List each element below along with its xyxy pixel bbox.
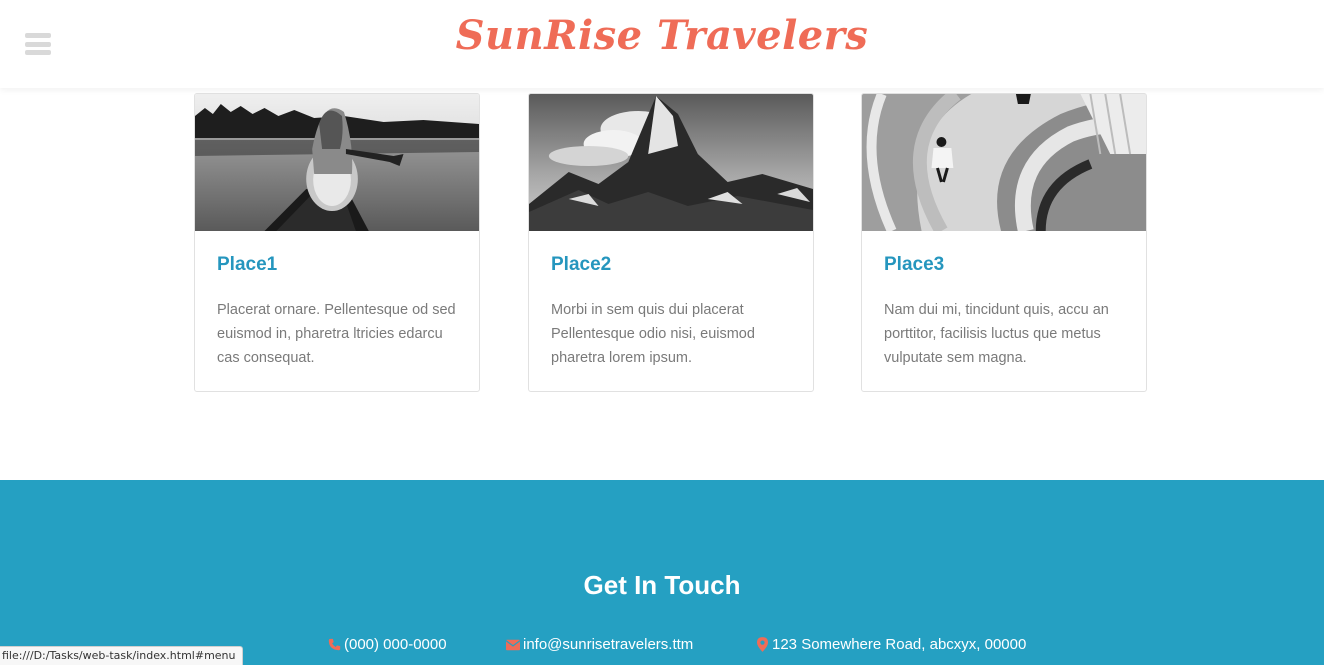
- contact-address[interactable]: 123 Somewhere Road, abcxyx, 00000: [755, 636, 1026, 653]
- card-description: Placerat ornare. Pellentesque od sed eui…: [217, 302, 456, 366]
- place-card-3[interactable]: Place3 Nam dui mi, tincidunt quis, accu …: [861, 93, 1147, 392]
- card-description: Morbi in sem quis dui placerat Pellentes…: [551, 302, 755, 366]
- card-image-canoe: [195, 94, 479, 231]
- contact-section: Get In Touch (000) 000-0000 info@sunrise…: [0, 480, 1324, 665]
- card-image-staircase: [862, 94, 1146, 231]
- card-description: Nam dui mi, tincidunt quis, accu an port…: [884, 302, 1109, 366]
- site-header: SunRise Travelers: [0, 0, 1324, 88]
- email-address: info@sunrisetravelers.ttm: [523, 636, 694, 653]
- browser-status-url: file:///D:/Tasks/web-task/index.html#men…: [0, 646, 243, 665]
- brand-logo-text[interactable]: SunRise Travelers: [0, 12, 1324, 59]
- card-title[interactable]: Place3: [884, 254, 944, 276]
- contact-email[interactable]: info@sunrisetravelers.ttm: [506, 636, 693, 653]
- place-card-2[interactable]: Place2 Morbi in sem quis dui placerat Pe…: [528, 93, 814, 392]
- map-marker-icon: [755, 637, 769, 652]
- envelope-icon: [506, 638, 520, 652]
- card-title[interactable]: Place2: [551, 254, 611, 276]
- phone-number: (000) 000-0000: [344, 636, 447, 653]
- contact-heading: Get In Touch: [583, 570, 741, 600]
- card-title[interactable]: Place1: [217, 254, 277, 276]
- place-card-1[interactable]: Place1 Placerat ornare. Pellentesque od …: [194, 93, 480, 392]
- contact-phone[interactable]: (000) 000-0000: [327, 636, 447, 653]
- card-image-mountain: [529, 94, 813, 231]
- street-address: 123 Somewhere Road, abcxyx, 00000: [772, 636, 1027, 653]
- phone-icon: [327, 638, 341, 652]
